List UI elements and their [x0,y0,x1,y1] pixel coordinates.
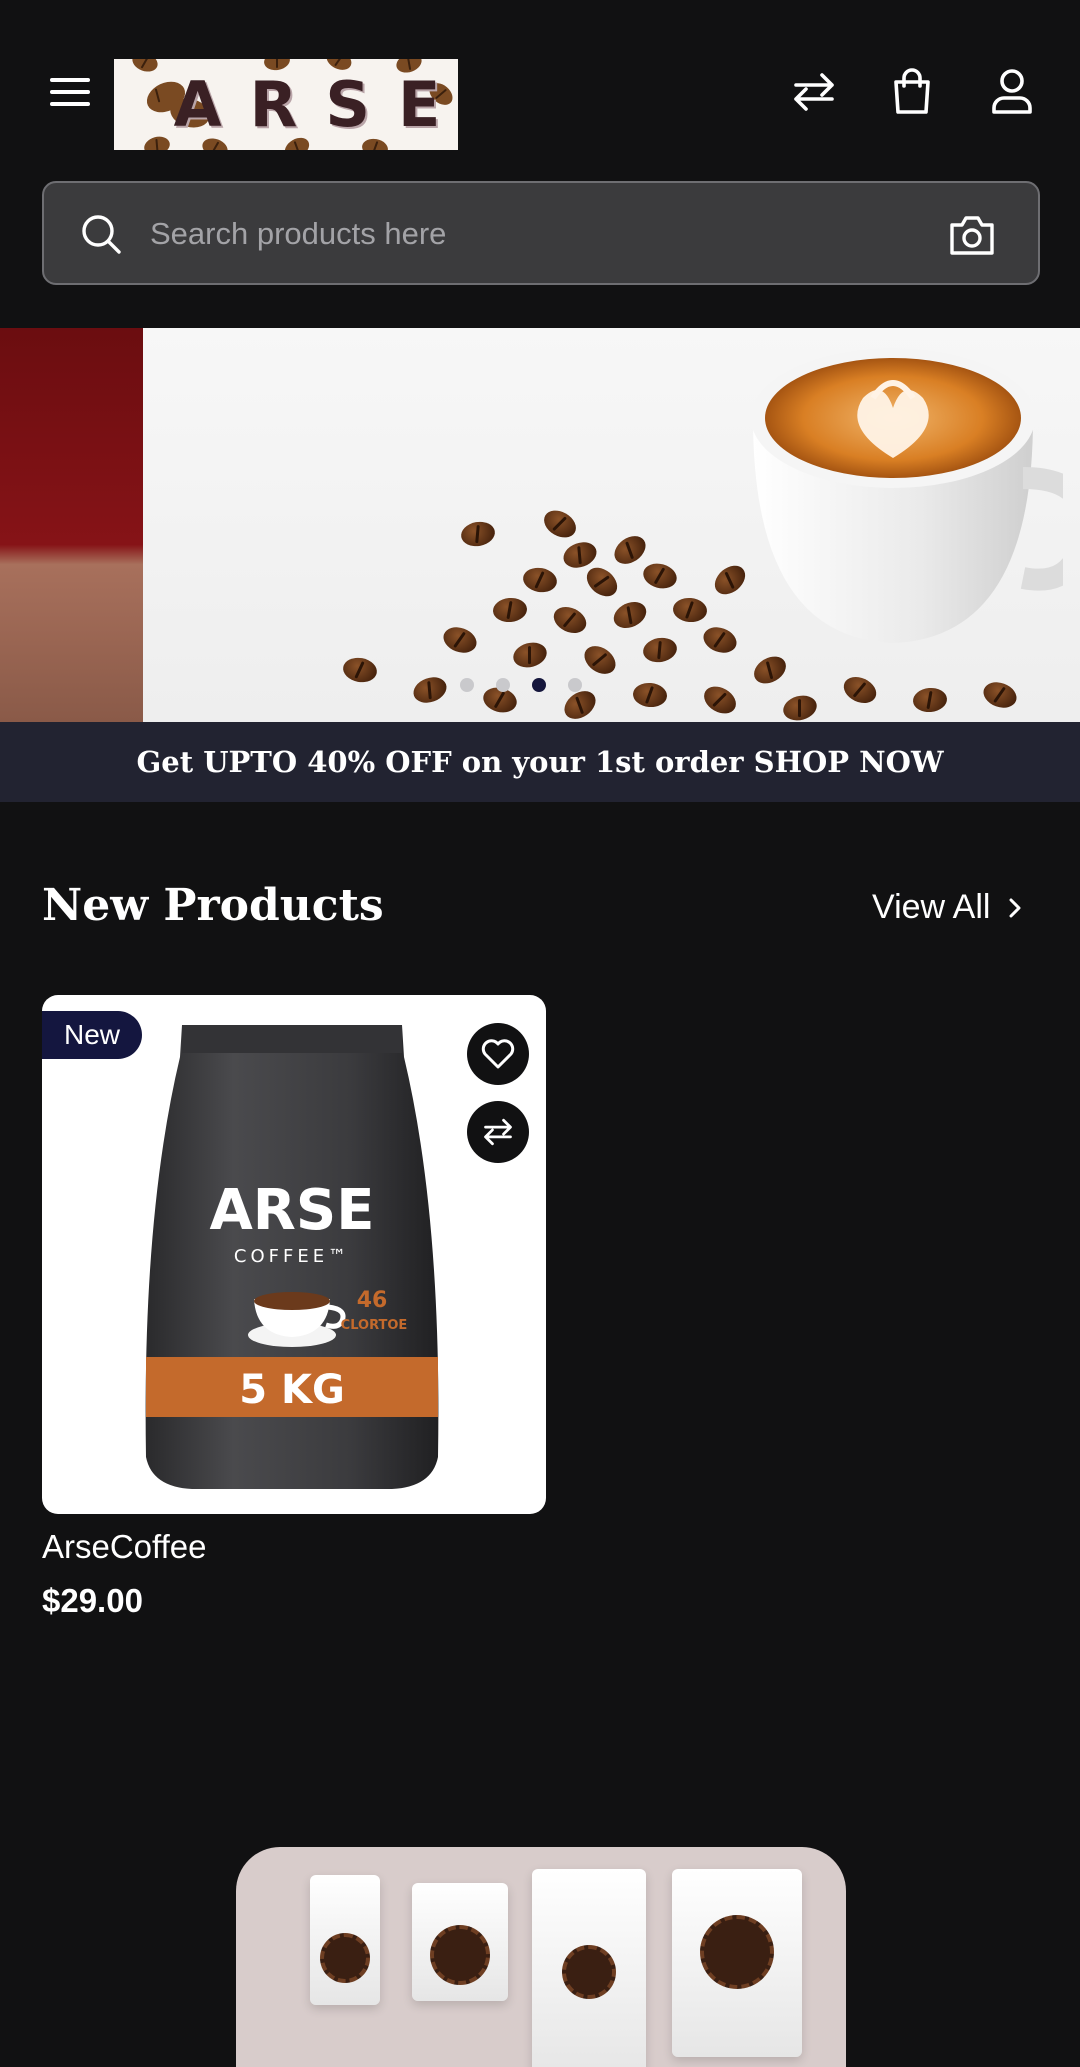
promo-banner[interactable]: Get UPTO 40% OFF on your 1st order SHOP … [0,722,1080,802]
new-badge: New [42,1011,143,1059]
hero-carousel[interactable] [0,328,1080,722]
carousel-dot[interactable] [460,678,474,692]
chevron-right-icon [1009,898,1021,917]
view-all-link[interactable]: View All [872,888,1026,927]
carousel-dot[interactable] [496,678,510,692]
bag-number: 46 [357,1288,388,1313]
compare-icon[interactable] [788,66,840,118]
pouch-image [532,1869,646,2067]
bag-brand: ARSE [209,1178,374,1243]
bag-subbrand: COFFEE™ [234,1246,350,1267]
bag-weight: 5 KG [239,1367,345,1413]
shopping-bag-icon[interactable] [886,66,938,118]
user-icon[interactable] [986,66,1038,118]
promo-text: Get UPTO 40% OFF on your 1st order SHOP … [136,745,944,779]
store-logo[interactable]: ARSE [114,59,458,150]
coffee-slide[interactable] [143,328,1080,722]
search-input[interactable] [150,203,950,265]
compare-icon [484,1118,512,1146]
section-title: New Products [42,880,384,931]
search-icon[interactable] [78,211,124,257]
wishlist-button[interactable] [467,1023,529,1085]
bag-tag: CLORTOE [341,1318,408,1333]
heart-icon [481,1039,515,1069]
product-image: ARSE COFFEE™ 46 CLORTOE 5 KG [145,1025,439,1489]
previous-slide[interactable] [0,328,143,722]
product-name[interactable]: ArseCoffee [42,1528,206,1566]
camera-icon[interactable] [946,209,998,261]
carousel-dot-active[interactable] [532,678,546,692]
packaging-promo-card[interactable] [236,1847,846,2067]
pouch-image [412,1883,508,2001]
product-card[interactable]: ARSE COFFEE™ 46 CLORTOE 5 KG New [42,995,546,1514]
app-header: ARSE [0,0,1080,170]
coffee-cup-image [751,348,1063,643]
pouch-image [310,1875,380,2005]
carousel-dots [460,678,582,692]
search-bar [42,181,1040,285]
compare-button[interactable] [467,1101,529,1163]
product-price: $29.00 [42,1582,143,1619]
logo-text: ARSE [173,68,458,141]
pouch-image [672,1869,802,2057]
carousel-dot[interactable] [568,678,582,692]
menu-icon[interactable] [42,68,98,116]
view-all-label: View All [872,888,991,926]
